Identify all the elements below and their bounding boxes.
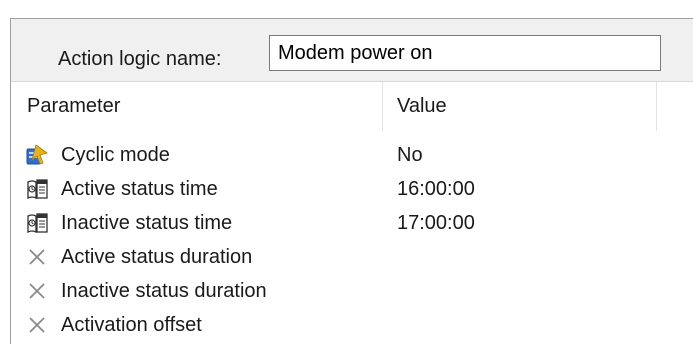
- disabled-x-icon: [29, 317, 45, 333]
- action-logic-name-row: Action logic name:: [11, 19, 693, 82]
- clock-calendar-icon: [27, 213, 48, 234]
- row-value: 17:00:00: [397, 212, 475, 234]
- action-logic-panel: Action logic name: Parameter Value Cycli…: [10, 18, 693, 344]
- grid-row-active-status-duration[interactable]: Active status duration: [11, 240, 693, 274]
- row-label: Cyclic mode: [61, 144, 170, 166]
- disabled-x-icon: [29, 283, 45, 299]
- clock-calendar-icon: [27, 179, 48, 200]
- row-value: No: [397, 144, 423, 166]
- row-label: Inactive status time: [61, 212, 233, 234]
- cyclic-mode-icon: [26, 144, 48, 165]
- grid-header: Parameter Value: [11, 82, 693, 131]
- grid-rows: Cyclic mode No Active status time 16:00:…: [11, 138, 693, 342]
- top-strip: [0, 0, 693, 18]
- window-frame: Action logic name: Parameter Value Cycli…: [0, 0, 693, 344]
- row-label: Active status duration: [61, 246, 253, 268]
- action-logic-name-input[interactable]: [269, 35, 661, 71]
- column-header-value[interactable]: Value: [383, 82, 657, 131]
- action-logic-name-label: Action logic name:: [58, 48, 222, 70]
- grid-row-inactive-status-time[interactable]: Inactive status time 17:00:00: [11, 206, 693, 240]
- grid-row-inactive-status-duration[interactable]: Inactive status duration: [11, 274, 693, 308]
- row-label: Inactive status duration: [61, 280, 267, 302]
- disabled-x-icon: [29, 249, 45, 265]
- column-header-parameter[interactable]: Parameter: [19, 82, 383, 131]
- grid-row-activation-offset[interactable]: Activation offset: [11, 308, 693, 342]
- row-value: 16:00:00: [397, 178, 475, 200]
- grid-row-active-status-time[interactable]: Active status time 16:00:00: [11, 172, 693, 206]
- grid-row-cyclic-mode[interactable]: Cyclic mode No: [11, 138, 693, 172]
- parameter-grid: Parameter Value Cyclic mode No Active st…: [11, 82, 693, 344]
- row-label: Activation offset: [61, 314, 202, 336]
- row-label: Active status time: [61, 178, 218, 200]
